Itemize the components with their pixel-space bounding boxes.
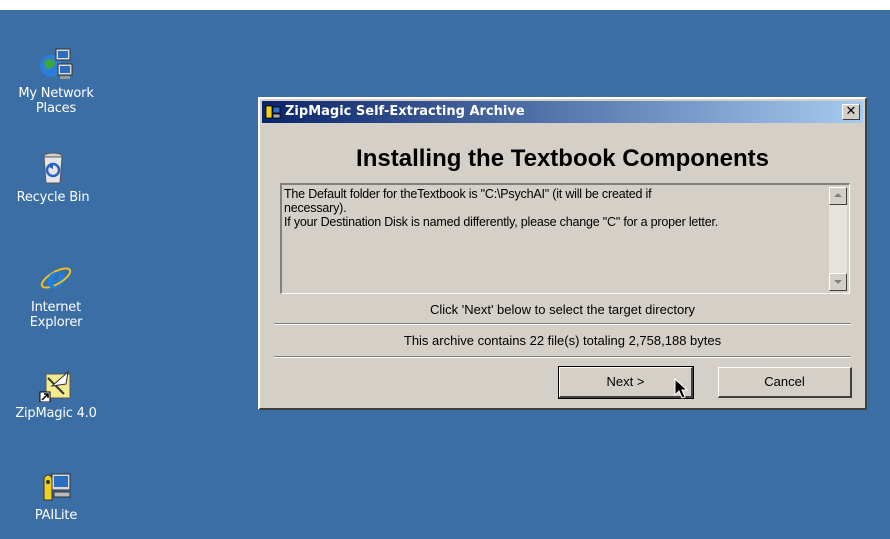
message-textbox[interactable]: The Default folder for theTextbook is "C… [280, 183, 850, 294]
desktop-icon-internet-explorer[interactable]: e Internet Explorer [6, 260, 106, 330]
arrow-down-icon [834, 280, 842, 284]
message-line: necessary). [284, 201, 347, 215]
pailite-icon [38, 468, 74, 504]
divider [274, 323, 851, 325]
archive-info-text: This archive contains 22 file(s) totalin… [403, 333, 722, 348]
desktop-icon-label: Recycle Bin [16, 190, 90, 205]
internet-explorer-label: Internet Explorer [29, 300, 83, 330]
title-bar[interactable]: ZipMagic Self-Extracting Archive ✕ [262, 101, 863, 123]
hint-text: Click 'Next' below to select the target … [429, 302, 696, 317]
desktop-icon-label: My Network Places [18, 86, 94, 116]
recycle-bin-icon [35, 150, 71, 186]
cancel-button[interactable]: Cancel [718, 367, 852, 398]
window-title: ZipMagic Self-Extracting Archive [285, 104, 525, 119]
zipmagic-dialog: ZipMagic Self-Extracting Archive ✕ Insta… [258, 97, 867, 410]
message-text: The Default folder for theTextbook is "C… [284, 187, 827, 229]
message-line: The Default folder for theTextbook is "C… [284, 187, 652, 201]
svg-text:e: e [46, 261, 65, 296]
zipmagic-app-icon [265, 104, 281, 120]
desktop-icon-zipmagic[interactable]: ZipMagic 4.0 [6, 366, 106, 421]
arrow-up-icon [834, 193, 842, 197]
message-line: If your Destination Disk is named differ… [284, 215, 719, 229]
scroll-up-button[interactable] [829, 187, 847, 205]
network-places-icon [38, 46, 74, 82]
top-strip [0, 0, 890, 10]
vertical-scrollbar[interactable] [829, 187, 847, 291]
next-button[interactable]: Next > [558, 366, 694, 399]
close-button[interactable]: ✕ [842, 104, 860, 120]
zipmagic-icon [38, 366, 74, 403]
desktop-icon-label: PAILite [34, 508, 78, 523]
desktop-icon-network-places[interactable]: My Network Places [6, 46, 106, 116]
desktop-icon-recycle-bin[interactable]: Recycle Bin [3, 150, 103, 205]
desktop-icon-pailite[interactable]: PAILite [6, 468, 106, 523]
scroll-down-button[interactable] [829, 273, 847, 291]
internet-explorer-icon: e [38, 260, 74, 296]
desktop-icon-label: Internet Explorer [6, 300, 106, 330]
mouse-pointer-icon [674, 378, 689, 399]
divider [274, 356, 851, 358]
desktop-icon-label: ZipMagic 4.0 [15, 406, 97, 421]
close-icon: ✕ [845, 104, 857, 119]
dialog-heading: Installing the Textbook Components [356, 145, 769, 172]
